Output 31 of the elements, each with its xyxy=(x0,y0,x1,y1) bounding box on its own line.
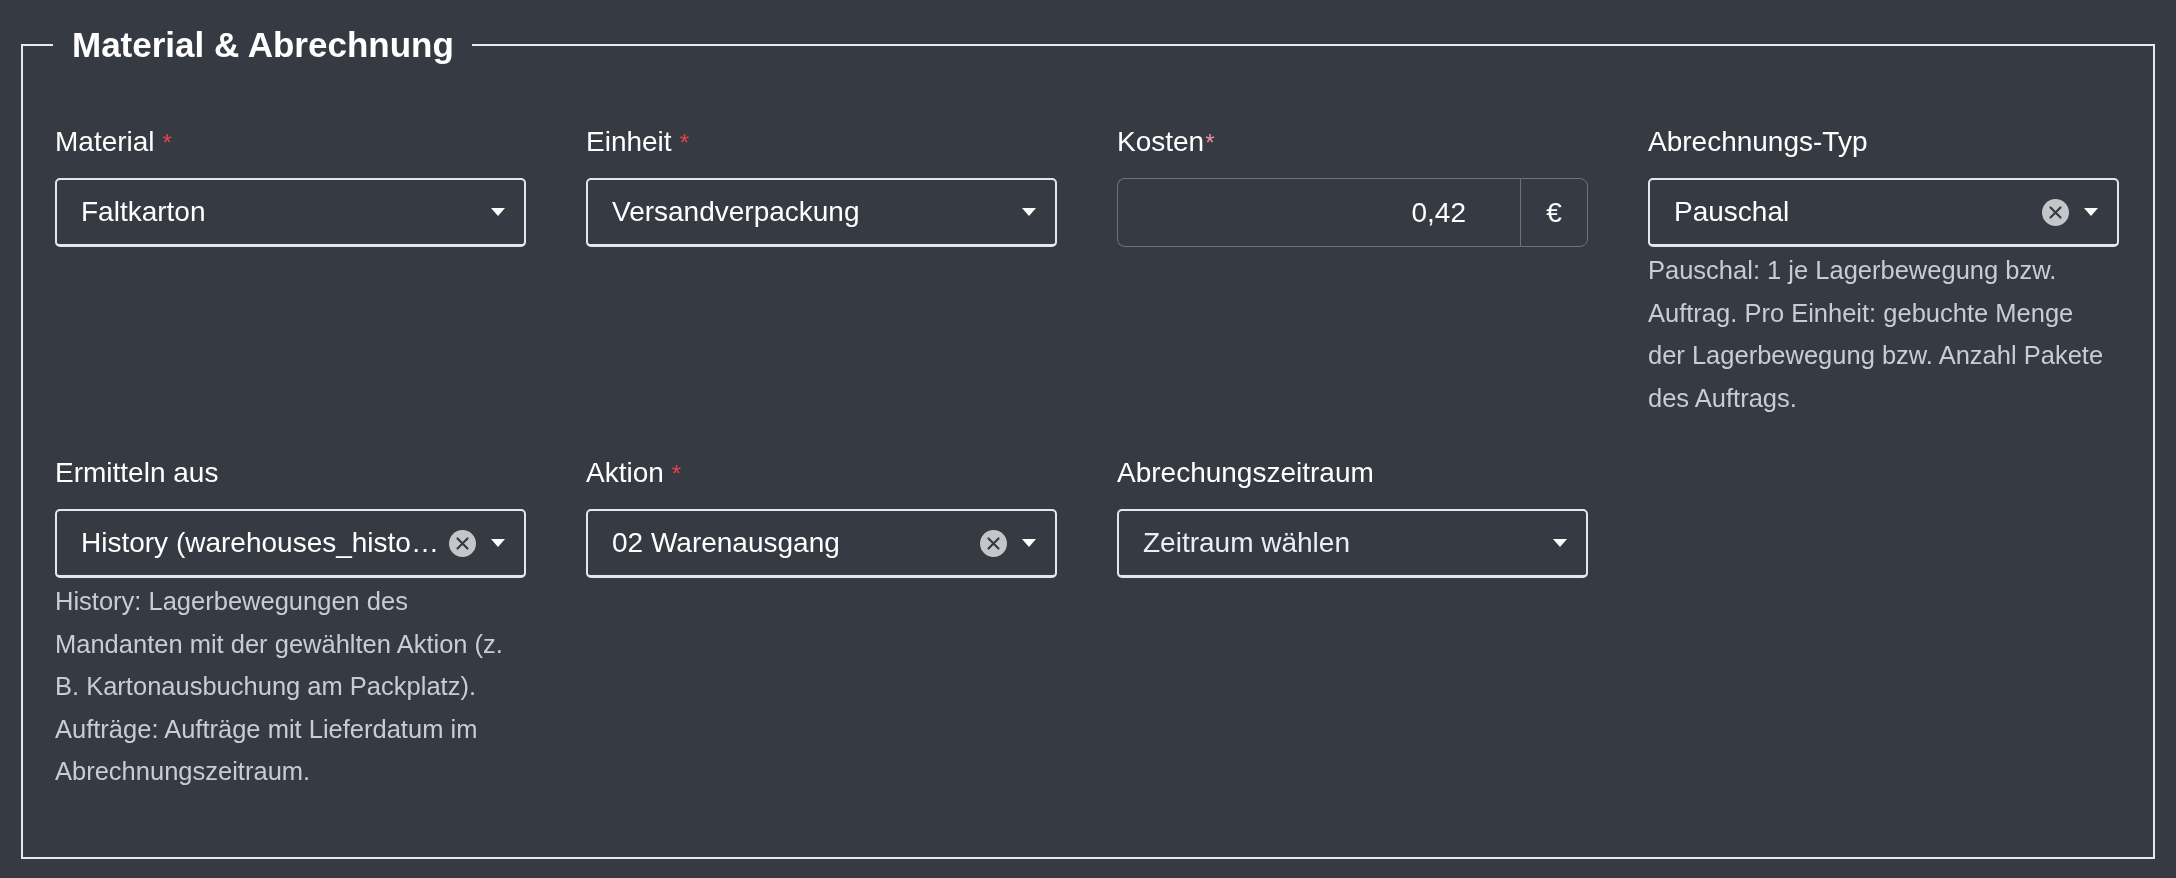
required-asterisk: * xyxy=(679,128,689,158)
caret-icon xyxy=(491,539,505,547)
field-label: Einheit xyxy=(586,125,672,159)
select-field[interactable]: Pauschal xyxy=(1648,178,2119,247)
currency-addon: € xyxy=(1520,178,1588,247)
help-text: Pauschal: 1 je Lagerbewegung bzw. Auftrag. Pro Einheit: gebuchte Menge der Lagerbewegung bzw. Anzahl Pakete des Auftrags. xyxy=(1648,255,2105,414)
section-title: Material & Abrechnung xyxy=(71,25,455,65)
select-field[interactable]: Zeitraum wählen xyxy=(1117,509,1588,578)
field-label: Kosten xyxy=(1117,125,1205,159)
select-field[interactable]: 02 Warenausgang xyxy=(586,509,1057,578)
field-label: Aktion xyxy=(586,456,664,490)
required-asterisk: * xyxy=(1205,128,1215,158)
clear-icon[interactable] xyxy=(449,529,476,557)
caret-icon xyxy=(491,208,505,216)
required-asterisk: * xyxy=(162,128,172,158)
select-field[interactable]: History (warehouses_histo… xyxy=(55,509,526,578)
select-field[interactable]: Faltkarton xyxy=(55,178,526,247)
clear-icon[interactable] xyxy=(980,529,1007,557)
cost-input[interactable]: 0,42 xyxy=(1117,178,1520,247)
help-text: History: Lagerbewegungen des Mandanten mit der gewählten Aktion (z. B. Kartonausbuchung am Packplatz). Aufträge: Aufträge mit Lieferdatum im Abrechnungszeitraum. xyxy=(55,586,504,787)
caret-icon xyxy=(1553,539,1567,547)
required-asterisk: * xyxy=(671,459,682,489)
caret-icon xyxy=(1022,208,1036,216)
caret-icon xyxy=(2084,208,2098,216)
caret-icon xyxy=(1022,539,1036,547)
field-label: Abrechnungs-Typ xyxy=(1648,125,1868,159)
field-label: Abrechungszeitraum xyxy=(1117,456,1374,490)
clear-icon[interactable] xyxy=(2042,198,2069,226)
select-field[interactable]: Versandverpackung xyxy=(586,178,1057,247)
field-label: Ermitteln aus xyxy=(55,456,219,490)
field-label: Material xyxy=(55,125,155,159)
